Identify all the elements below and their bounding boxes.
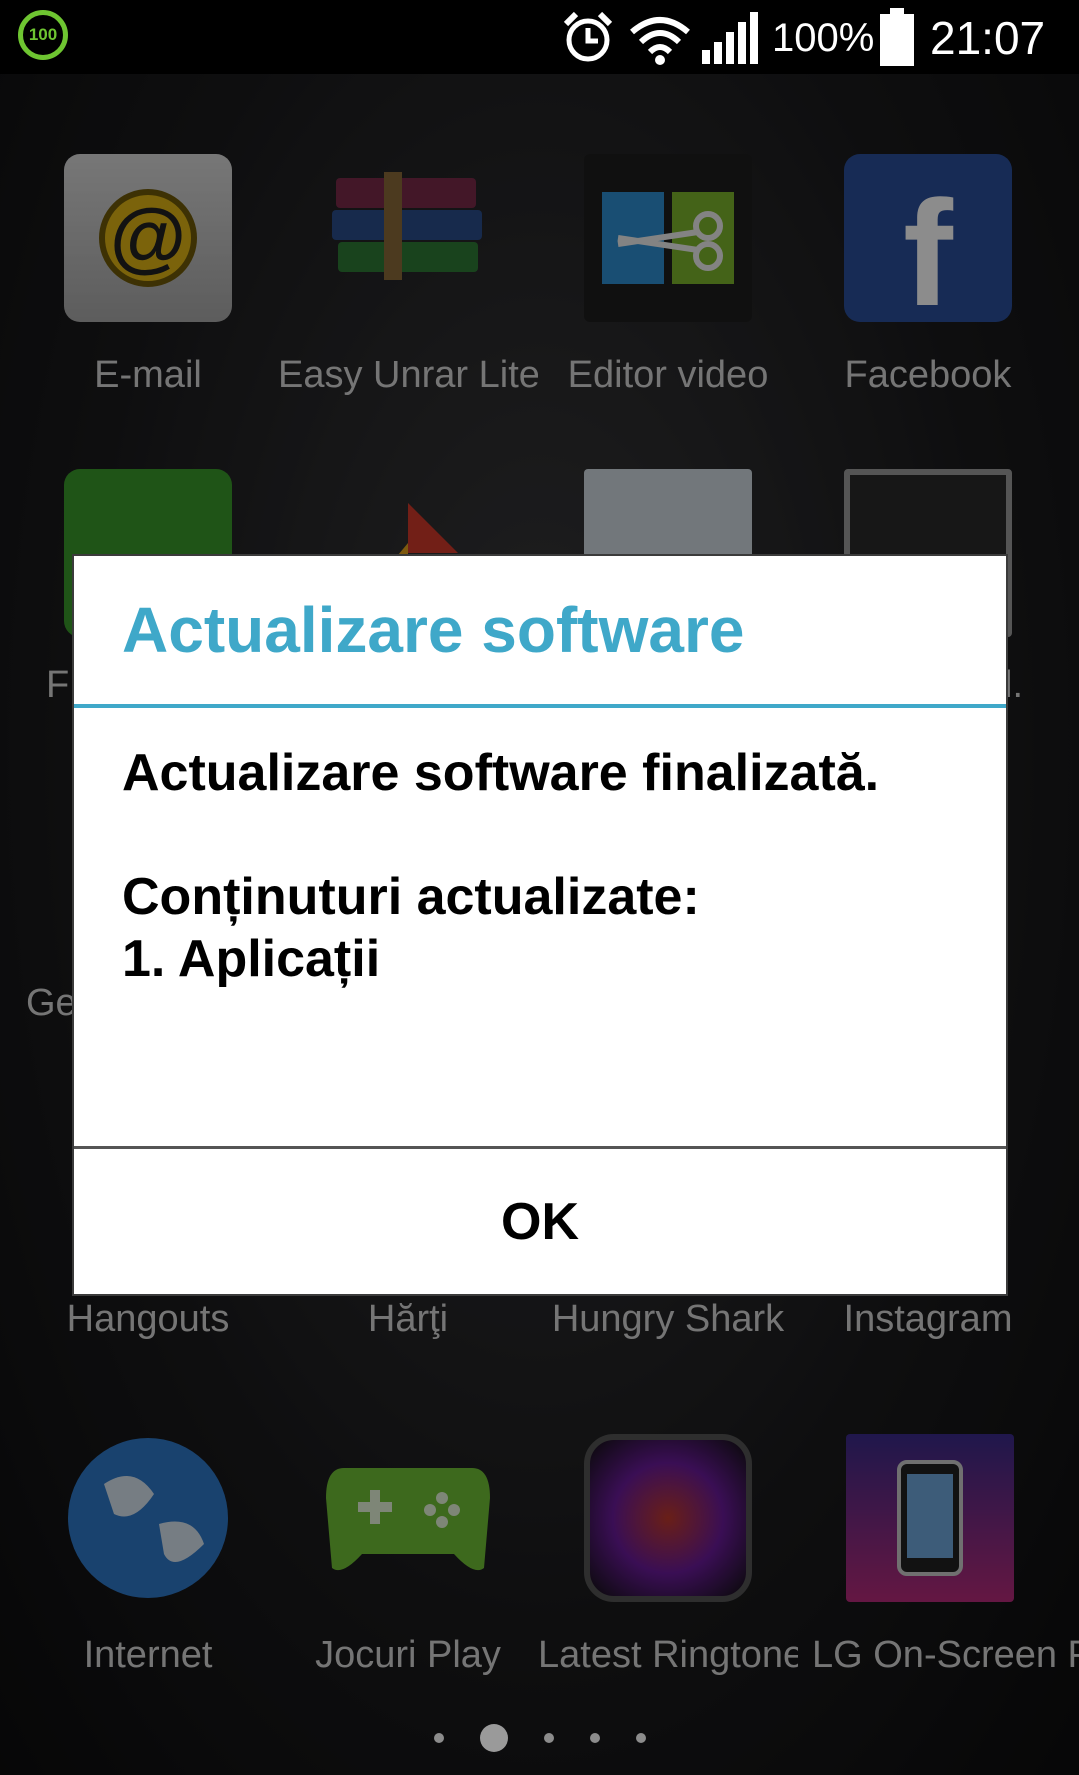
- app-label: Hărţi: [367, 1298, 449, 1340]
- signal-icon: [702, 12, 758, 64]
- app-latest-ringtones[interactable]: Latest Ringtones: [538, 1434, 798, 1677]
- email-icon: @: [64, 154, 232, 322]
- app-label: Editor video: [567, 354, 769, 396]
- svg-text:@: @: [110, 192, 186, 280]
- ok-button[interactable]: OK: [74, 1146, 1006, 1294]
- app-harti[interactable]: Hărţi: [278, 1298, 538, 1341]
- page-dot[interactable]: [635, 1733, 646, 1743]
- battery-percent: 100%: [772, 16, 875, 60]
- dialog-message-line: Actualizare software finalizată.: [122, 744, 880, 802]
- clock: 21:07: [930, 12, 1046, 64]
- status-bar: 100 100% 21:07: [0, 0, 1079, 74]
- app-facebook[interactable]: f Facebook: [798, 154, 1058, 397]
- wifi-icon: [630, 17, 690, 65]
- app-label: LG On-Screen Pl: [812, 1634, 1079, 1676]
- page-dot-active[interactable]: [479, 1724, 508, 1752]
- app-instagram[interactable]: Instagram: [798, 1298, 1058, 1341]
- app-label: Easy Unrar Lite: [278, 354, 538, 396]
- monitor-phone-icon: [846, 1434, 1014, 1602]
- dialog-message: Actualizare software finalizată. Conținu…: [74, 708, 1006, 1140]
- software-update-dialog: Actualizare software Actualizare softwar…: [72, 554, 1008, 1296]
- dialog-message-line: Conținuturi actualizate:: [122, 868, 700, 926]
- app-jocuri-play[interactable]: Jocuri Play: [278, 1434, 538, 1677]
- app-lg-on-screen-phone[interactable]: LG On-Screen Pl: [798, 1434, 1079, 1677]
- app-label: Internet: [83, 1634, 213, 1676]
- page-indicator: [0, 1723, 1079, 1753]
- app-label: Facebook: [844, 354, 1012, 396]
- app-easy-unrar-lite[interactable]: Easy Unrar Lite: [278, 154, 538, 397]
- app-label: Hangouts: [66, 1298, 230, 1340]
- app-label: Instagram: [843, 1298, 1013, 1340]
- facebook-icon: f: [844, 154, 1012, 337]
- app-label-partial-left: F: [46, 664, 70, 706]
- page-dot[interactable]: [433, 1733, 444, 1743]
- globe-icon: [64, 1434, 232, 1602]
- app-email[interactable]: @ E-mail: [18, 154, 278, 397]
- gamepad-icon: [324, 1434, 492, 1602]
- books-icon: [324, 154, 492, 322]
- app-hangouts[interactable]: Hangouts: [18, 1298, 278, 1341]
- page-dot[interactable]: [543, 1733, 554, 1743]
- battery-badge-value: 100: [28, 25, 58, 44]
- app-label: Jocuri Play: [315, 1634, 501, 1676]
- app-label: Hungry Shark: [551, 1298, 785, 1340]
- app-internet[interactable]: Internet: [18, 1434, 278, 1677]
- battery-icon: [880, 8, 914, 66]
- battery-saver-icon: 100: [18, 10, 68, 60]
- page-dot[interactable]: [589, 1733, 600, 1743]
- ringtones-icon: [584, 1434, 752, 1602]
- dialog-message-line: 1. Aplicații: [122, 930, 381, 988]
- app-hungry-shark[interactable]: Hungry Shark: [538, 1298, 798, 1341]
- dialog-title: Actualizare software: [74, 556, 1006, 708]
- scissors-film-icon: [584, 154, 752, 322]
- alarm-icon: [563, 11, 613, 62]
- app-label: Latest Ringtones: [538, 1634, 798, 1676]
- app-label: E-mail: [94, 354, 202, 396]
- app-editor-video[interactable]: Editor video: [538, 154, 798, 397]
